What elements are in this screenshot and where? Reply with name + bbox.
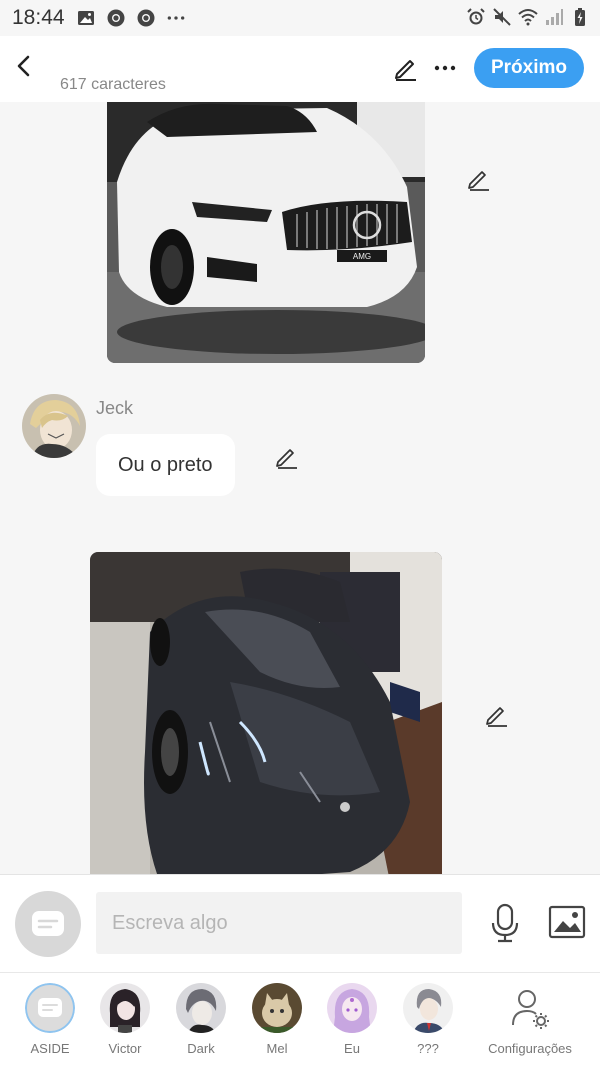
avatar	[327, 983, 377, 1033]
user-settings-icon	[512, 990, 549, 1029]
nav-label: Dark	[187, 1041, 215, 1056]
nav-label: Victor	[108, 1041, 142, 1056]
car-photo-white[interactable]: AMG	[107, 102, 425, 363]
nav-label: Configurações	[488, 1041, 572, 1056]
avatar-image	[22, 394, 86, 458]
chevron-left-icon[interactable]	[8, 50, 40, 82]
battery-charging-icon	[575, 8, 585, 26]
chat-bubble-icon	[32, 911, 64, 936]
avatar	[100, 983, 150, 1033]
chat-bubble-icon	[25, 983, 75, 1033]
microphone-icon[interactable]	[490, 903, 520, 943]
message-input[interactable]	[96, 892, 462, 954]
avatar-jeck[interactable]	[22, 394, 86, 458]
chrome-icon	[137, 9, 155, 27]
next-button[interactable]: Próximo	[474, 48, 584, 88]
nav-label: ASIDE	[30, 1041, 70, 1056]
signal-icon	[546, 9, 563, 25]
car-photo-icon	[90, 552, 442, 874]
bottom-navigation: ASIDE Victor Dark Mel Eu ??? Configuraçõ…	[0, 972, 600, 1067]
car-photo-icon: AMG	[107, 102, 425, 363]
image-icon[interactable]	[548, 905, 586, 939]
nav-item-dark[interactable]: Dark	[163, 981, 239, 1061]
character-count: 617 caracteres	[60, 76, 166, 93]
nav-label: Mel	[266, 1041, 288, 1056]
nav-item-victor[interactable]: Victor	[87, 981, 163, 1061]
avatar	[176, 983, 226, 1033]
status-bar: 18:44	[0, 0, 600, 36]
avatar	[403, 983, 453, 1033]
chat-bubble-button[interactable]	[15, 891, 81, 957]
nav-item-mel[interactable]: Mel	[239, 981, 315, 1061]
alarm-icon	[467, 8, 485, 25]
nav-item-eu[interactable]: Eu	[314, 981, 390, 1061]
message-bubble[interactable]: Ou o preto	[96, 434, 235, 496]
nav-item-unknown[interactable]: ???	[390, 981, 466, 1061]
message-input-bar	[0, 874, 600, 972]
nav-label: Eu	[344, 1041, 360, 1056]
sender-name: Jeck	[96, 398, 134, 418]
top-bar: 617 caracteres Próximo	[0, 36, 600, 102]
chat-content[interactable]: AMG Jeck Ou o preto	[0, 102, 600, 874]
car-photo-black[interactable]	[90, 552, 442, 874]
status-left-icons	[76, 8, 186, 28]
pencil-icon[interactable]	[274, 444, 300, 470]
more-dots-icon[interactable]	[432, 54, 458, 82]
pencil-icon[interactable]	[484, 702, 510, 728]
pencil-icon[interactable]	[466, 166, 492, 192]
nav-item-settings[interactable]: Configurações	[480, 981, 580, 1061]
more-dots-icon	[167, 16, 185, 20]
pencil-icon[interactable]	[392, 54, 420, 82]
status-time: 18:44	[12, 6, 65, 29]
image-icon	[78, 11, 94, 25]
chrome-icon	[107, 9, 125, 27]
mute-icon	[493, 8, 511, 26]
nav-item-aside[interactable]: ASIDE	[12, 981, 88, 1061]
nav-label: ???	[417, 1041, 439, 1056]
wifi-icon	[518, 9, 538, 26]
status-right-icons	[466, 7, 590, 27]
avatar	[252, 983, 302, 1033]
svg-text:AMG: AMG	[353, 252, 371, 261]
